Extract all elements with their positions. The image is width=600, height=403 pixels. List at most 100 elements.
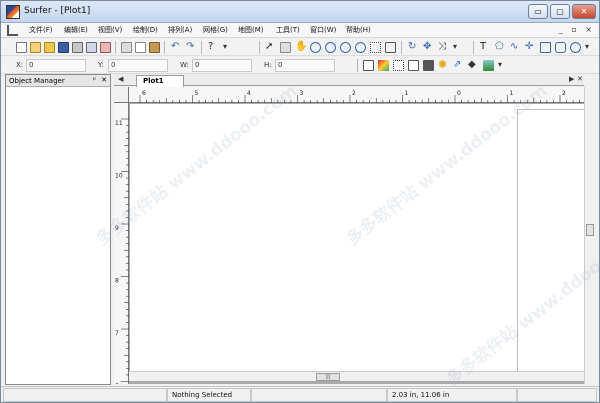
rounded-rectangle-tool-icon[interactable] xyxy=(555,42,566,53)
cut-icon[interactable] xyxy=(121,42,132,53)
block-select-icon[interactable] xyxy=(280,42,291,53)
zoom-out-icon[interactable] xyxy=(325,42,336,53)
menu-view[interactable]: 视图(V) xyxy=(98,25,122,35)
grid-map-icon[interactable] xyxy=(408,60,419,71)
new-worksheet-icon[interactable] xyxy=(30,42,41,53)
image-map-icon[interactable] xyxy=(423,60,434,71)
status-selection: Nothing Selected xyxy=(167,388,251,402)
dropdown-arrow-icon[interactable]: ▾ xyxy=(223,42,234,53)
menu-help[interactable]: 帮助(H) xyxy=(346,25,371,35)
position-toolbar: X: 0 Y: 0 W: 0 H: 0 ✺ ⇗ ◆ ▾ xyxy=(1,57,599,74)
rotate-icon[interactable]: ↻ xyxy=(408,42,419,53)
menu-arrange[interactable]: 排列(A) xyxy=(168,25,192,35)
ruler-label: 1 xyxy=(405,90,409,97)
move-icon[interactable]: ✥ xyxy=(423,42,434,53)
base-map-icon[interactable] xyxy=(363,60,374,71)
minimize-button[interactable]: ▭ xyxy=(528,4,548,19)
import-icon[interactable] xyxy=(86,42,97,53)
save-icon[interactable] xyxy=(58,42,69,53)
document-icon[interactable] xyxy=(7,25,18,36)
object-manager-close-icon[interactable]: ✕ xyxy=(101,76,107,84)
y-field[interactable]: 0 xyxy=(108,59,168,72)
title-bar: Surfer - [Plot1] ▭ ▢ ✕ xyxy=(1,1,599,23)
print-icon[interactable] xyxy=(72,42,83,53)
status-empty-cell xyxy=(3,388,167,402)
menu-file[interactable]: 文件(F) xyxy=(29,25,53,35)
zoom-selected-icon[interactable] xyxy=(385,42,396,53)
page-boundary xyxy=(517,109,584,374)
w-field[interactable]: 0 xyxy=(192,59,252,72)
status-position: 2.03 in, 11.06 in xyxy=(387,388,517,402)
vertical-scroll-thumb[interactable] xyxy=(586,224,594,236)
polygon-tool-icon[interactable]: ⬠ xyxy=(495,42,506,53)
help-pointer-icon[interactable]: ? xyxy=(208,42,219,53)
export-icon[interactable] xyxy=(100,42,111,53)
zoom-page-icon[interactable] xyxy=(355,42,366,53)
menu-map[interactable]: 地图(M) xyxy=(238,25,264,35)
x-value: 0 xyxy=(29,61,34,69)
ellipse-tool-icon[interactable] xyxy=(570,42,581,53)
tab-plot1[interactable]: Plot1 xyxy=(136,75,184,87)
dropdown-arrow-icon[interactable]: ▾ xyxy=(453,42,464,53)
h-value: 0 xyxy=(278,61,283,69)
pan-hand-icon[interactable]: ✋ xyxy=(295,42,307,53)
zoom-fit-icon[interactable] xyxy=(370,42,381,53)
surfer-window: Surfer - [Plot1] ▭ ▢ ✕ 文件(F) 编辑(E) 视图(V)… xyxy=(0,0,600,403)
y-value: 0 xyxy=(111,61,116,69)
toolbar-separator xyxy=(401,41,402,54)
vertical-scrollbar[interactable] xyxy=(584,87,594,384)
toolbar-separator xyxy=(259,41,260,54)
zoom-rect-icon[interactable] xyxy=(340,42,351,53)
paste-icon[interactable] xyxy=(149,42,160,53)
x-label: X: xyxy=(16,61,24,69)
post-map-icon[interactable] xyxy=(393,60,404,71)
menu-grid[interactable]: 网格(G) xyxy=(203,25,228,35)
tab-close-icon[interactable]: ✕ xyxy=(577,75,583,83)
undo-icon[interactable]: ↶ xyxy=(171,42,182,53)
vector-map-icon[interactable]: ⇗ xyxy=(453,60,464,71)
dropdown-arrow-icon[interactable]: ▾ xyxy=(585,42,596,53)
y-label: Y: xyxy=(98,61,104,69)
shaded-relief-icon[interactable]: ✺ xyxy=(438,59,449,71)
pin-icon[interactable]: ᵖ xyxy=(93,76,96,84)
menu-draw[interactable]: 绘制(D) xyxy=(133,25,158,35)
menu-window[interactable]: 窗口(W) xyxy=(310,25,336,35)
copy-icon[interactable] xyxy=(135,42,146,53)
close-button[interactable]: ✕ xyxy=(572,4,596,19)
h-field[interactable]: 0 xyxy=(275,59,335,72)
ruler-label: 7 xyxy=(115,330,119,337)
polyline-tool-icon[interactable]: ∿ xyxy=(510,42,521,53)
redo-icon[interactable]: ↷ xyxy=(186,42,197,53)
surfer-app-icon xyxy=(6,5,20,19)
horizontal-scrollbar[interactable]: ||| xyxy=(129,371,584,381)
tab-prev-icon[interactable]: ◀ xyxy=(118,75,123,83)
horizontal-scroll-thumb[interactable]: ||| xyxy=(316,373,340,381)
select-arrow-icon[interactable]: ➚ xyxy=(265,42,276,53)
document-window-controls[interactable]: _ ▫ × xyxy=(559,25,595,34)
menu-tools[interactable]: 工具(T) xyxy=(276,25,300,35)
surface-map-icon[interactable] xyxy=(483,60,494,71)
x-field[interactable]: 0 xyxy=(26,59,86,72)
symbol-tool-icon[interactable]: ✛ xyxy=(525,42,536,53)
wireframe-icon[interactable]: ◆ xyxy=(468,60,479,71)
standard-toolbar: ↶ ↷ ? ▾ ➚ ✋ ↻ ✥ ⤨ ▾ T ⬠ ∿ ✛ ▾ xyxy=(1,39,599,56)
contour-map-icon[interactable] xyxy=(378,60,389,71)
trackball-icon[interactable]: ⤨ xyxy=(438,42,449,53)
maximize-button[interactable]: ▢ xyxy=(550,4,570,19)
ruler-label: 0 xyxy=(457,90,461,97)
status-empty-cell xyxy=(517,388,597,402)
h-label: H: xyxy=(264,61,272,69)
toolbar-separator xyxy=(164,41,165,54)
menu-edit[interactable]: 编辑(E) xyxy=(64,25,88,35)
text-tool-icon[interactable]: T xyxy=(480,42,491,53)
document-tab-row: ◀ Plot1 ▶ ✕ xyxy=(114,74,584,87)
rectangle-tool-icon[interactable] xyxy=(540,42,551,53)
window-title: Surfer - [Plot1] xyxy=(24,6,91,16)
new-icon[interactable] xyxy=(16,42,27,53)
zoom-in-icon[interactable] xyxy=(310,42,321,53)
open-icon[interactable] xyxy=(44,42,55,53)
tab-next-icon[interactable]: ▶ xyxy=(569,75,574,83)
toolbar-separator xyxy=(115,41,116,54)
w-label: W: xyxy=(180,61,189,69)
dropdown-arrow-icon[interactable]: ▾ xyxy=(498,60,509,71)
